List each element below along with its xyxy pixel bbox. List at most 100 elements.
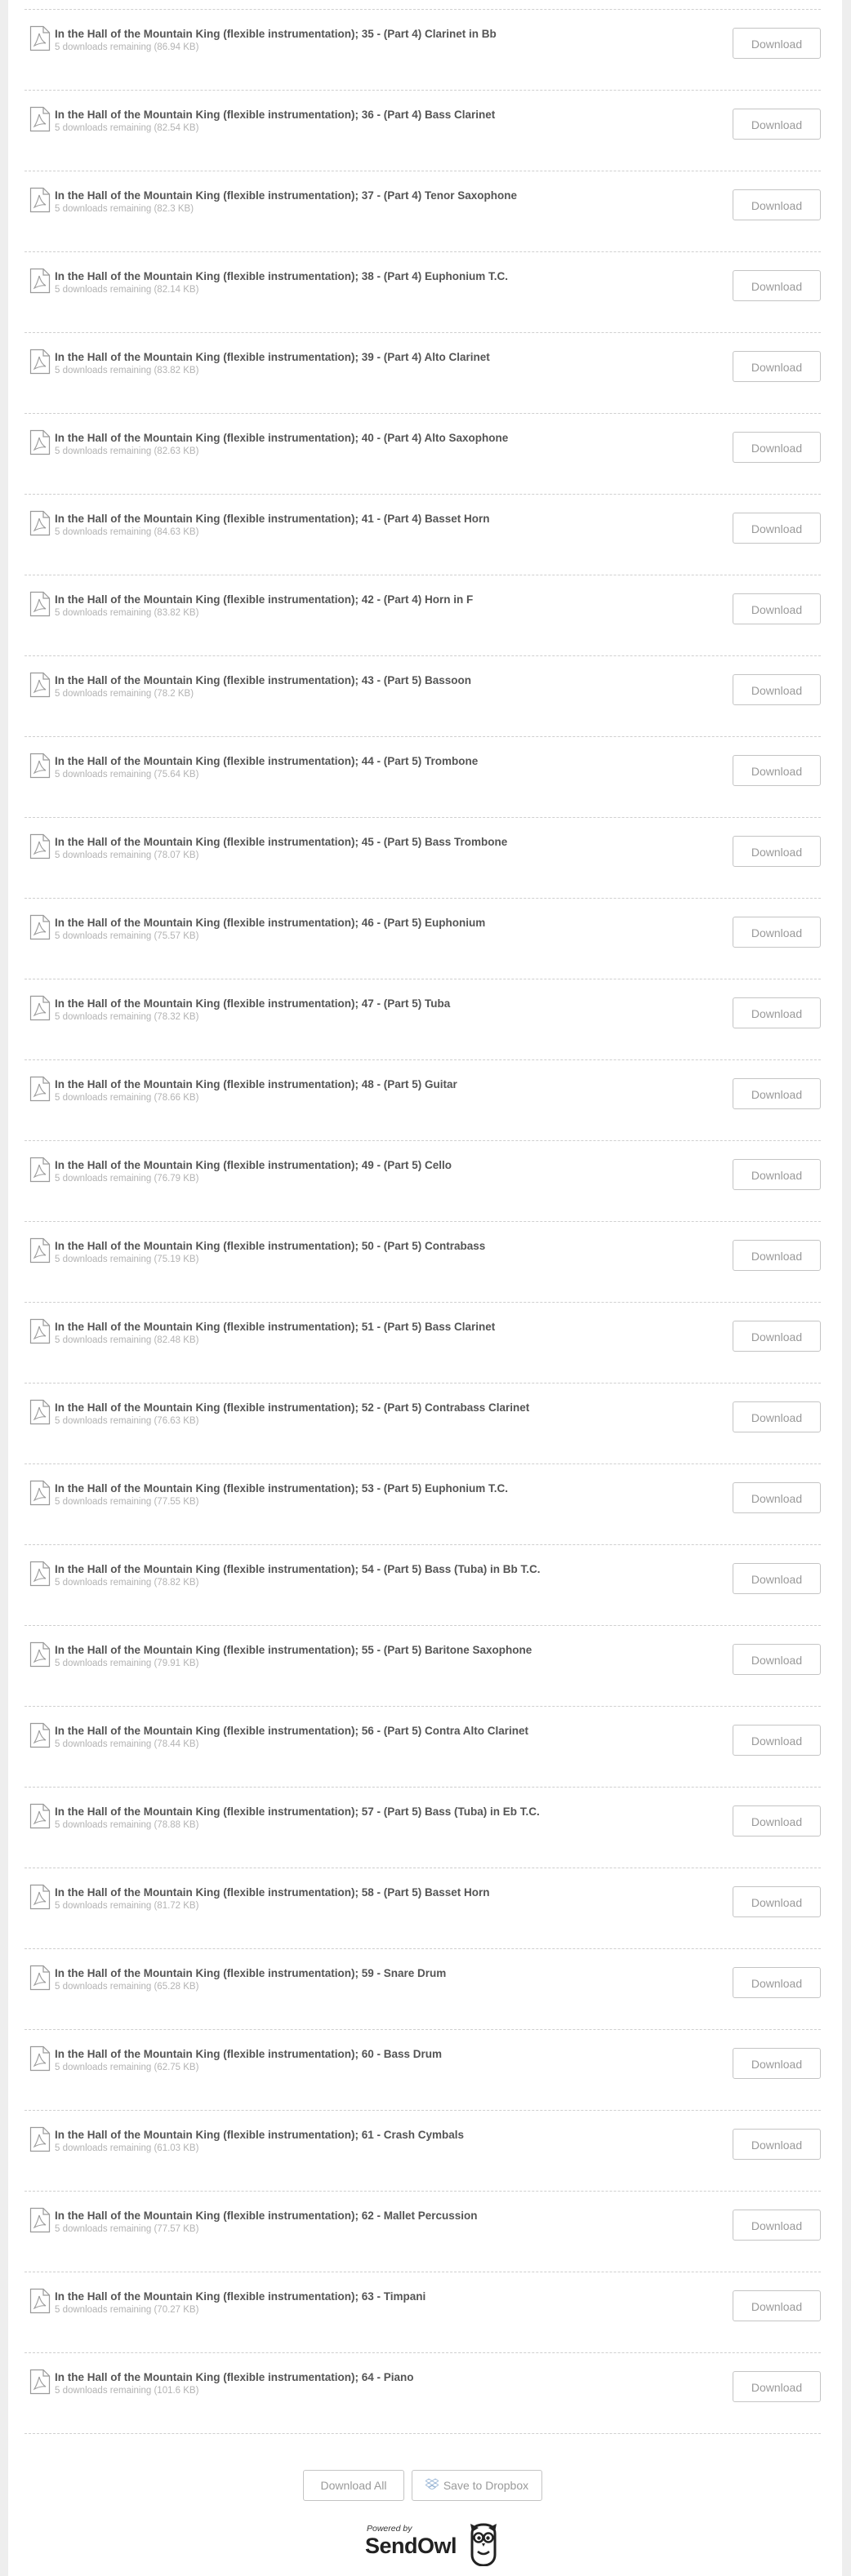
save-to-dropbox-button[interactable]: Save to Dropbox: [412, 2470, 542, 2501]
download-button[interactable]: Download: [733, 1886, 821, 1917]
download-button[interactable]: Download: [733, 1078, 821, 1109]
downloads-panel: In the Hall of the Mountain King (flexib…: [8, 0, 842, 2576]
list-item: In the Hall of the Mountain King (flexib…: [25, 171, 821, 252]
file-title: In the Hall of the Mountain King (flexib…: [55, 917, 486, 929]
file-meta: 5 downloads remaining (61.03 KB): [55, 2143, 199, 2153]
download-button[interactable]: Download: [733, 593, 821, 624]
pdf-file-icon: [29, 2045, 51, 2072]
download-button[interactable]: Download: [733, 513, 821, 544]
list-item: In the Hall of the Mountain King (flexib…: [25, 414, 821, 495]
pdf-file-icon: [29, 833, 51, 859]
download-button[interactable]: Download: [733, 1321, 821, 1352]
pdf-file-icon: [29, 2207, 51, 2233]
dropbox-icon: [424, 2471, 439, 2500]
pdf-file-icon: [29, 591, 51, 617]
download-button[interactable]: Download: [733, 2371, 821, 2402]
download-button[interactable]: Download: [733, 189, 821, 220]
file-meta: 5 downloads remaining (82.3 KB): [55, 204, 194, 214]
file-meta: 5 downloads remaining (70.27 KB): [55, 2305, 199, 2315]
file-meta: 5 downloads remaining (86.94 KB): [55, 42, 199, 52]
file-title: In the Hall of the Mountain King (flexib…: [55, 1563, 541, 1575]
pdf-file-icon: [29, 187, 51, 213]
download-button[interactable]: Download: [733, 836, 821, 867]
list-item: In the Hall of the Mountain King (flexib…: [25, 737, 821, 818]
download-button[interactable]: Download: [733, 28, 821, 59]
download-button[interactable]: Download: [733, 1725, 821, 1756]
download-button[interactable]: Download: [733, 1240, 821, 1271]
file-title: In the Hall of the Mountain King (flexib…: [55, 2129, 465, 2141]
pdf-file-icon: [29, 1561, 51, 1587]
sendowl-brand[interactable]: Powered by SendOwl: [357, 2522, 498, 2571]
download-button[interactable]: Download: [733, 2290, 821, 2321]
download-button[interactable]: Download: [733, 1482, 821, 1513]
download-button[interactable]: Download: [733, 1401, 821, 1432]
file-meta: 5 downloads remaining (77.57 KB): [55, 2224, 199, 2234]
list-item: In the Hall of the Mountain King (flexib…: [25, 575, 821, 656]
save-to-dropbox-label: Save to Dropbox: [443, 2479, 529, 2492]
download-button[interactable]: Download: [733, 432, 821, 463]
download-button[interactable]: Download: [733, 1644, 821, 1675]
download-all-button[interactable]: Download All: [303, 2470, 404, 2501]
pdf-file-icon: [29, 1722, 51, 1748]
file-meta: 5 downloads remaining (82.63 KB): [55, 446, 199, 456]
list-item: In the Hall of the Mountain King (flexib…: [25, 1545, 821, 1626]
file-title: In the Hall of the Mountain King (flexib…: [55, 351, 490, 363]
footer: Download All Save to Dropbox Powered by …: [8, 2465, 842, 2571]
pdf-file-icon: [29, 1237, 51, 1264]
pdf-file-icon: [29, 2288, 51, 2314]
list-item: In the Hall of the Mountain King (flexib…: [25, 2192, 821, 2272]
pdf-file-icon: [29, 1399, 51, 1425]
download-button[interactable]: Download: [733, 2129, 821, 2160]
list-item: In the Hall of the Mountain King (flexib…: [25, 2111, 821, 2192]
file-meta: 5 downloads remaining (83.82 KB): [55, 608, 199, 618]
file-meta: 5 downloads remaining (76.63 KB): [55, 1416, 199, 1426]
download-button[interactable]: Download: [733, 351, 821, 382]
file-title: In the Hall of the Mountain King (flexib…: [55, 755, 479, 767]
download-button[interactable]: Download: [733, 1805, 821, 1837]
file-meta: 5 downloads remaining (75.19 KB): [55, 1255, 199, 1264]
list-item: In the Hall of the Mountain King (flexib…: [25, 1788, 821, 1868]
file-meta: 5 downloads remaining (78.2 KB): [55, 689, 194, 699]
download-button[interactable]: Download: [733, 755, 821, 786]
file-meta: 5 downloads remaining (78.66 KB): [55, 1093, 199, 1103]
file-title: In the Hall of the Mountain King (flexib…: [55, 836, 508, 848]
file-title: In the Hall of the Mountain King (flexib…: [55, 1644, 532, 1656]
list-item: In the Hall of the Mountain King (flexib…: [25, 2272, 821, 2353]
download-button[interactable]: Download: [733, 674, 821, 705]
list-item: In the Hall of the Mountain King (flexib…: [25, 818, 821, 899]
download-button[interactable]: Download: [733, 2048, 821, 2079]
pdf-file-icon: [29, 1803, 51, 1829]
list-item: In the Hall of the Mountain King (flexib…: [25, 252, 821, 333]
pdf-file-icon: [29, 753, 51, 779]
download-button[interactable]: Download: [733, 997, 821, 1028]
list-item: In the Hall of the Mountain King (flexib…: [25, 495, 821, 575]
file-meta: 5 downloads remaining (84.63 KB): [55, 527, 199, 537]
download-button[interactable]: Download: [733, 1563, 821, 1594]
download-button[interactable]: Download: [733, 109, 821, 140]
file-meta: 5 downloads remaining (77.55 KB): [55, 1497, 199, 1507]
download-button[interactable]: Download: [733, 1159, 821, 1190]
list-item: In the Hall of the Mountain King (flexib…: [25, 1303, 821, 1383]
list-item: In the Hall of the Mountain King (flexib…: [25, 656, 821, 737]
list-item: In the Hall of the Mountain King (flexib…: [25, 1383, 821, 1464]
download-button[interactable]: Download: [733, 2210, 821, 2241]
file-title: In the Hall of the Mountain King (flexib…: [55, 1967, 447, 1979]
file-title: In the Hall of the Mountain King (flexib…: [55, 2048, 443, 2060]
pdf-file-icon: [29, 25, 51, 51]
file-title: In the Hall of the Mountain King (flexib…: [55, 2290, 426, 2303]
download-button[interactable]: Download: [733, 917, 821, 948]
file-title: In the Hall of the Mountain King (flexib…: [55, 432, 509, 444]
list-item: In the Hall of the Mountain King (flexib…: [25, 91, 821, 171]
file-meta: 5 downloads remaining (81.72 KB): [55, 1901, 199, 1911]
file-title: In the Hall of the Mountain King (flexib…: [55, 1482, 509, 1495]
download-button[interactable]: Download: [733, 1967, 821, 1998]
owl-logo-icon: [469, 2522, 498, 2570]
list-item: In the Hall of the Mountain King (flexib…: [25, 1060, 821, 1141]
pdf-file-icon: [29, 995, 51, 1021]
file-title: In the Hall of the Mountain King (flexib…: [55, 1805, 540, 1818]
download-button[interactable]: Download: [733, 270, 821, 301]
file-meta: 5 downloads remaining (75.64 KB): [55, 770, 199, 779]
file-title: In the Hall of the Mountain King (flexib…: [55, 1886, 490, 1899]
pdf-file-icon: [29, 1480, 51, 1506]
file-meta: 5 downloads remaining (78.88 KB): [55, 1820, 199, 1830]
